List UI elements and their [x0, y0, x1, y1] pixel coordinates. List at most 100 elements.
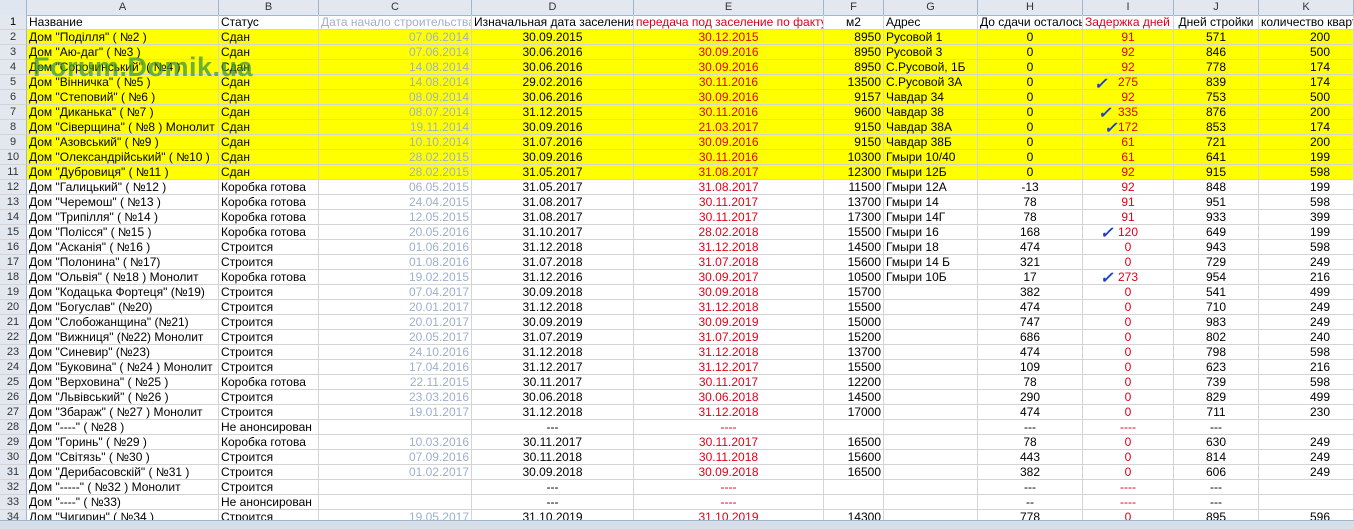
cell-status[interactable]: Сдан: [219, 75, 319, 90]
cell-build-days[interactable]: ---: [1174, 495, 1259, 510]
header-cell-remaining[interactable]: До сдачи осталось: [978, 15, 1083, 30]
cell-delay[interactable]: 275: [1083, 75, 1174, 90]
cell-remaining[interactable]: 0: [978, 165, 1083, 180]
cell-name[interactable]: Дом "Вижниця" (№22) Монолит: [27, 330, 219, 345]
header-cell-start-date[interactable]: Дата начало строительства: [319, 15, 472, 30]
cell-remaining[interactable]: 474: [978, 240, 1083, 255]
cell-area[interactable]: 15600: [824, 450, 884, 465]
cell-remaining[interactable]: 382: [978, 285, 1083, 300]
cell-delay[interactable]: 120: [1083, 225, 1174, 240]
cell-apartments[interactable]: [1259, 480, 1354, 495]
column-header-d[interactable]: D: [472, 0, 634, 15]
cell-start-date[interactable]: 08.07.2014: [319, 105, 472, 120]
cell-apartments[interactable]: 249: [1259, 435, 1354, 450]
cell-apartments[interactable]: 200: [1259, 30, 1354, 45]
cell-status[interactable]: Сдан: [219, 150, 319, 165]
cell-start-date[interactable]: 06.05.2015: [319, 180, 472, 195]
cell-remaining[interactable]: 109: [978, 360, 1083, 375]
column-header-a[interactable]: A: [27, 0, 219, 15]
cell-area[interactable]: 10300: [824, 150, 884, 165]
cell-actual-date[interactable]: ----: [634, 480, 824, 495]
header-cell-actual-date[interactable]: передача под заселение по факту: [634, 15, 824, 30]
cell-area[interactable]: 15200: [824, 330, 884, 345]
cell-start-date[interactable]: 24.10.2016: [319, 345, 472, 360]
cell-planned-date[interactable]: 31.05.2017: [472, 165, 634, 180]
row-number[interactable]: 8: [0, 120, 27, 135]
cell-delay[interactable]: 0: [1083, 345, 1174, 360]
cell-name[interactable]: Дом "Азовський" ( №9 ): [27, 135, 219, 150]
cell-status[interactable]: Строится: [219, 465, 319, 480]
cell-apartments[interactable]: 199: [1259, 180, 1354, 195]
cell-area[interactable]: 15600: [824, 255, 884, 270]
cell-apartments[interactable]: 249: [1259, 255, 1354, 270]
cell-address[interactable]: Гмыри 18: [884, 240, 978, 255]
cell-start-date[interactable]: 01.06.2016: [319, 240, 472, 255]
cell-apartments[interactable]: 598: [1259, 165, 1354, 180]
cell-planned-date[interactable]: ---: [472, 495, 634, 510]
cell-planned-date[interactable]: 31.12.2015: [472, 105, 634, 120]
cell-status[interactable]: Коробка готова: [219, 270, 319, 285]
cell-status[interactable]: Коробка готова: [219, 195, 319, 210]
row-number[interactable]: 27: [0, 405, 27, 420]
cell-address[interactable]: [884, 420, 978, 435]
cell-area[interactable]: 12300: [824, 165, 884, 180]
cell-remaining[interactable]: 0: [978, 120, 1083, 135]
cell-delay[interactable]: 0: [1083, 360, 1174, 375]
row-number[interactable]: 9: [0, 135, 27, 150]
cell-apartments[interactable]: 249: [1259, 300, 1354, 315]
cell-status[interactable]: Строится: [219, 285, 319, 300]
cell-status[interactable]: Не анонсирован: [219, 495, 319, 510]
column-header-h[interactable]: H: [978, 0, 1083, 15]
cell-start-date[interactable]: 20.01.2017: [319, 315, 472, 330]
cell-build-days[interactable]: ---: [1174, 480, 1259, 495]
cell-address[interactable]: [884, 360, 978, 375]
cell-area[interactable]: 11500: [824, 180, 884, 195]
cell-planned-date[interactable]: 29.02.2016: [472, 75, 634, 90]
cell-status[interactable]: Строится: [219, 345, 319, 360]
cell-start-date[interactable]: [319, 495, 472, 510]
row-number[interactable]: 22: [0, 330, 27, 345]
cell-build-days[interactable]: 853: [1174, 120, 1259, 135]
row-number[interactable]: 4: [0, 60, 27, 75]
cell-start-date[interactable]: [319, 420, 472, 435]
cell-address[interactable]: С.Русовой 3А: [884, 75, 978, 90]
header-cell-delay[interactable]: Задержка дней: [1083, 15, 1174, 30]
cell-build-days[interactable]: 778: [1174, 60, 1259, 75]
cell-build-days[interactable]: 798: [1174, 345, 1259, 360]
cell-apartments[interactable]: 174: [1259, 60, 1354, 75]
cell-start-date[interactable]: 01.08.2016: [319, 255, 472, 270]
cell-apartments[interactable]: 598: [1259, 375, 1354, 390]
cell-remaining[interactable]: 0: [978, 90, 1083, 105]
cell-delay[interactable]: 0: [1083, 300, 1174, 315]
cell-name[interactable]: Дом "Галицький" ( №12 ): [27, 180, 219, 195]
cell-name[interactable]: Дом "Дерибасовскій" ( №31 ): [27, 465, 219, 480]
cell-remaining[interactable]: 382: [978, 465, 1083, 480]
cell-build-days[interactable]: ---: [1174, 420, 1259, 435]
cell-address[interactable]: Гмыри 12А: [884, 180, 978, 195]
cell-delay[interactable]: 0: [1083, 255, 1174, 270]
cell-area[interactable]: 14500: [824, 390, 884, 405]
cell-area[interactable]: 9600: [824, 105, 884, 120]
cell-status[interactable]: Коробка готова: [219, 435, 319, 450]
cell-address[interactable]: Чавдар 38Б: [884, 135, 978, 150]
cell-planned-date[interactable]: 31.12.2017: [472, 360, 634, 375]
cell-actual-date[interactable]: 30.06.2018: [634, 390, 824, 405]
cell-actual-date[interactable]: 30.11.2017: [634, 195, 824, 210]
cell-start-date[interactable]: 20.05.2016: [319, 225, 472, 240]
header-cell-apartments[interactable]: количество квартир: [1259, 15, 1354, 30]
cell-area[interactable]: 15700: [824, 285, 884, 300]
cell-area[interactable]: 9150: [824, 120, 884, 135]
row-number[interactable]: 20: [0, 300, 27, 315]
row-number[interactable]: 33: [0, 495, 27, 510]
cell-apartments[interactable]: [1259, 495, 1354, 510]
row-number[interactable]: 31: [0, 465, 27, 480]
cell-planned-date[interactable]: 30.11.2018: [472, 450, 634, 465]
cell-address[interactable]: Чавдар 34: [884, 90, 978, 105]
cell-status[interactable]: Строится: [219, 330, 319, 345]
cell-actual-date[interactable]: 30.11.2016: [634, 75, 824, 90]
cell-apartments[interactable]: 199: [1259, 150, 1354, 165]
row-number[interactable]: 30: [0, 450, 27, 465]
row-number[interactable]: 7: [0, 105, 27, 120]
cell-delay[interactable]: 0: [1083, 435, 1174, 450]
cell-planned-date[interactable]: 31.07.2019: [472, 330, 634, 345]
